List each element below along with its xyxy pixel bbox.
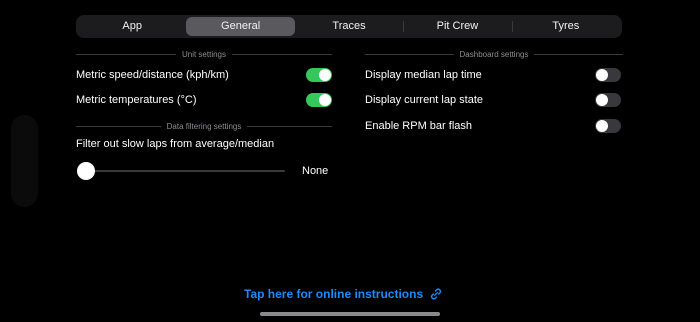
section-title: Unit settings [181,49,227,59]
toggle-knob [319,69,331,81]
metric-speed-row: Metric speed/distance (kph/km) [76,65,332,85]
tab-pit-crew[interactable]: Pit Crew [403,17,511,36]
rpm-flash-row: Enable RPM bar flash [365,116,621,136]
slow-lap-slider-track[interactable] [86,170,285,172]
filter-slow-laps-label: Filter out slow laps from average/median [76,138,275,150]
section-title: Dashboard settings [459,49,529,59]
rpm-flash-label: Enable RPM bar flash [365,120,472,132]
metric-temp-label: Metric temperatures (°C) [76,94,197,106]
median-lap-toggle[interactable] [595,68,621,82]
dashboard-settings-header: Dashboard settings [365,48,623,60]
link-icon [431,288,442,300]
divider [76,125,161,127]
metric-speed-label: Metric speed/distance (kph/km) [76,69,229,81]
divider [534,53,623,55]
slow-lap-slider-thumb[interactable] [77,162,95,180]
settings-tab-bar: App General Traces Pit Crew Tyres [76,15,622,38]
metric-temp-row: Metric temperatures (°C) [76,90,332,110]
slider-value-label: None [302,165,329,177]
filter-row: Filter out slow laps from average/median [76,134,332,154]
median-lap-row: Display median lap time [365,65,621,85]
toggle-knob [319,94,331,106]
online-instructions-link[interactable]: Tap here for online instructions [244,286,443,302]
tab-traces[interactable]: Traces [295,17,403,36]
side-handle [11,115,38,207]
divider [247,125,333,127]
tab-tyres[interactable]: Tyres [511,17,620,36]
toggle-knob [596,94,608,106]
toggle-knob [596,120,608,132]
lap-state-row: Display current lap state [365,90,621,110]
tab-general[interactable]: General [186,17,295,36]
divider [232,53,332,55]
home-indicator[interactable] [260,312,440,316]
divider [76,53,176,55]
divider [365,53,454,55]
lap-state-label: Display current lap state [365,94,483,106]
rpm-flash-toggle[interactable] [595,119,621,133]
section-title: Data filtering settings [166,121,242,131]
metric-speed-toggle[interactable] [306,68,332,82]
unit-settings-header: Unit settings [76,48,332,60]
tab-app[interactable]: App [78,17,186,36]
data-filtering-header: Data filtering settings [76,120,333,132]
metric-temp-toggle[interactable] [306,93,332,107]
lap-state-toggle[interactable] [595,93,621,107]
median-lap-label: Display median lap time [365,69,482,81]
online-instructions-text: Tap here for online instructions [244,287,424,301]
settings-screen: App General Traces Pit Crew Tyres Unit s… [0,0,700,322]
toggle-knob [596,69,608,81]
